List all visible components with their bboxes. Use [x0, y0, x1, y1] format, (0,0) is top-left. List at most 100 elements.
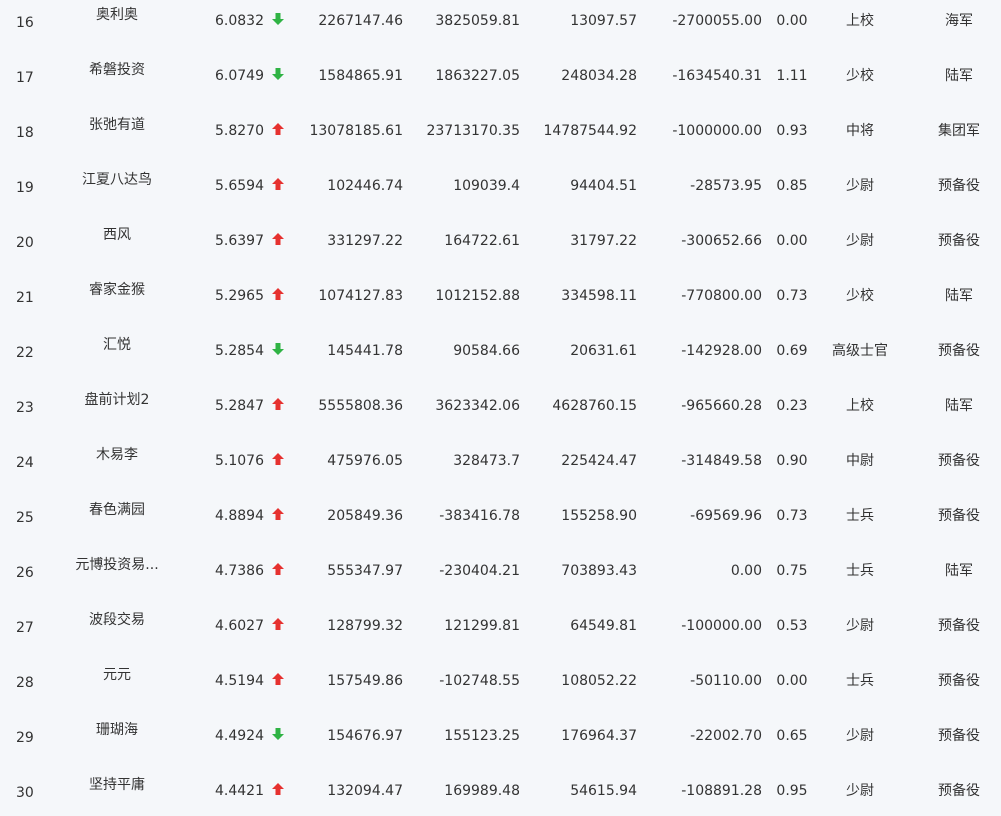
value-cell-1: 2267147.46: [318, 13, 403, 29]
value-cell-4: -300652.66: [681, 233, 762, 249]
table-row[interactable]: 19 江夏八达鸟 5.6594 102446.74 109039.4 94404.51 -2…: [0, 156, 1001, 211]
score-cell: 4.4924: [215, 728, 264, 744]
rank-title-cell: 少尉: [846, 618, 874, 634]
rank-title-cell: 少尉: [846, 233, 874, 249]
table-row[interactable]: 29 珊瑚海 4.4924 154676.97 155123.25 176964.37 -2…: [0, 706, 1001, 761]
rank-title-cell: 高级士官: [832, 343, 888, 359]
branch-cell: 预备役: [938, 508, 980, 524]
value-cell-2: 164722.61: [444, 233, 520, 249]
table-row[interactable]: 23 盘前计划2 5.2847 5555808.36 3623342.06 4628760…: [0, 376, 1001, 431]
rank-title-cell: 上校: [846, 13, 874, 29]
arrow-down-icon: [271, 67, 289, 85]
table-row[interactable]: 18 张弛有道 5.8270 13078185.61 23713170.35 147875…: [0, 101, 1001, 156]
value-cell-2: -383416.78: [439, 508, 520, 524]
rank-cell: 25: [16, 510, 34, 526]
value-cell-3: 248034.28: [561, 68, 637, 84]
rank-title-cell: 少校: [846, 68, 874, 84]
ratio-cell: 0.00: [776, 233, 808, 249]
rank-cell: 30: [16, 785, 34, 801]
name-cell[interactable]: 希磐投资: [62, 61, 172, 79]
score-cell: 4.4421: [215, 783, 264, 799]
table-row[interactable]: 20 西风 5.6397 331297.22 164722.61 31797.22 -300…: [0, 211, 1001, 266]
value-cell-3: 334598.11: [561, 288, 637, 304]
arrow-up-icon: [271, 617, 289, 635]
value-cell-3: 64549.81: [570, 618, 637, 634]
arrow-down-icon: [271, 342, 289, 360]
table-row[interactable]: 25 春色满园 4.8894 205849.36 -383416.78 155258.90…: [0, 486, 1001, 541]
value-cell-2: 90584.66: [453, 343, 520, 359]
arrow-up-icon: [271, 452, 289, 470]
value-cell-4: -69569.96: [690, 508, 762, 524]
value-cell-1: 102446.74: [327, 178, 403, 194]
ratio-cell: 0.00: [776, 673, 808, 689]
name-cell[interactable]: 元博投资易...: [62, 556, 172, 574]
arrow-up-icon: [271, 177, 289, 195]
table-row[interactable]: 21 睿家金猴 5.2965 1074127.83 1012152.88 334598.1…: [0, 266, 1001, 321]
table-row[interactable]: 16 奥利奥 6.0832 2267147.46 3825059.81 13097.57 -…: [0, 0, 1001, 46]
ratio-cell: 0.00: [776, 13, 808, 29]
name-cell[interactable]: 波段交易: [62, 611, 172, 629]
ratio-cell: 0.95: [776, 783, 808, 799]
value-cell-3: 225424.47: [561, 453, 637, 469]
table-row[interactable]: 17 希磐投资 6.0749 1584865.91 1863227.05 248034.2…: [0, 46, 1001, 101]
score-cell: 5.6397: [215, 233, 264, 249]
ratio-cell: 0.65: [776, 728, 808, 744]
table-row[interactable]: 26 元博投资易... 4.7386 555347.97 -230404.21 70389…: [0, 541, 1001, 596]
arrow-up-icon: [271, 672, 289, 690]
arrow-up-icon: [271, 562, 289, 580]
table-row[interactable]: 24 木易李 5.1076 475976.05 328473.7 225424.47 -31…: [0, 431, 1001, 486]
branch-cell: 陆军: [945, 563, 973, 579]
branch-cell: 预备役: [938, 673, 980, 689]
value-cell-3: 4628760.15: [552, 398, 637, 414]
name-cell[interactable]: 元元: [62, 666, 172, 684]
ratio-cell: 1.11: [776, 68, 808, 84]
arrow-up-icon: [271, 507, 289, 525]
value-cell-2: 3825059.81: [435, 13, 520, 29]
name-cell[interactable]: 盘前计划2: [62, 391, 172, 409]
name-cell[interactable]: 坚持平庸: [62, 776, 172, 794]
value-cell-3: 176964.37: [561, 728, 637, 744]
arrow-up-icon: [271, 782, 289, 800]
name-cell[interactable]: 江夏八达鸟: [62, 171, 172, 189]
rank-cell: 17: [16, 70, 34, 86]
value-cell-3: 155258.90: [561, 508, 637, 524]
table-row[interactable]: 22 汇悦 5.2854 145441.78 90584.66 20631.61 -1429…: [0, 321, 1001, 376]
rank-cell: 24: [16, 455, 34, 471]
name-cell[interactable]: 奥利奥: [62, 6, 172, 24]
value-cell-1: 331297.22: [327, 233, 403, 249]
score-cell: 4.5194: [215, 673, 264, 689]
ratio-cell: 0.75: [776, 563, 808, 579]
table-row[interactable]: 28 元元 4.5194 157549.86 -102748.55 108052.22 -5…: [0, 651, 1001, 706]
ratio-cell: 0.90: [776, 453, 808, 469]
value-cell-4: -1000000.00: [672, 123, 762, 139]
value-cell-1: 1074127.83: [318, 288, 403, 304]
name-cell[interactable]: 西风: [62, 226, 172, 244]
value-cell-1: 555347.97: [327, 563, 403, 579]
value-cell-3: 14787544.92: [543, 123, 637, 139]
name-cell[interactable]: 张弛有道: [62, 116, 172, 134]
value-cell-4: -142928.00: [681, 343, 762, 359]
value-cell-2: 328473.7: [453, 453, 520, 469]
value-cell-4: -100000.00: [681, 618, 762, 634]
value-cell-4: -1634540.31: [672, 68, 762, 84]
name-cell[interactable]: 珊瑚海: [62, 721, 172, 739]
branch-cell: 预备役: [938, 783, 980, 799]
value-cell-1: 5555808.36: [318, 398, 403, 414]
table-row[interactable]: 27 波段交易 4.6027 128799.32 121299.81 64549.81 -1…: [0, 596, 1001, 651]
ranking-table: 16 奥利奥 6.0832 2267147.46 3825059.81 13097.57 -…: [0, 0, 1001, 816]
value-cell-4: -108891.28: [681, 783, 762, 799]
ratio-cell: 0.73: [776, 508, 808, 524]
branch-cell: 陆军: [945, 68, 973, 84]
arrow-down-icon: [271, 727, 289, 745]
name-cell[interactable]: 汇悦: [62, 336, 172, 354]
ratio-cell: 0.69: [776, 343, 808, 359]
name-cell[interactable]: 睿家金猴: [62, 281, 172, 299]
name-cell[interactable]: 春色满园: [62, 501, 172, 519]
score-cell: 4.8894: [215, 508, 264, 524]
ratio-cell: 0.93: [776, 123, 808, 139]
arrow-up-icon: [271, 287, 289, 305]
name-cell[interactable]: 木易李: [62, 446, 172, 464]
branch-cell: 预备役: [938, 618, 980, 634]
score-cell: 5.2854: [215, 343, 264, 359]
value-cell-4: -2700055.00: [672, 13, 762, 29]
